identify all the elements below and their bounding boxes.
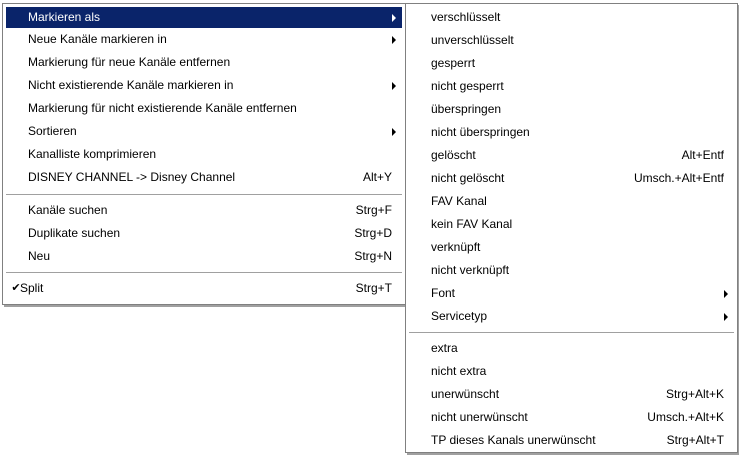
menu-item-label: verknüpft [431,240,481,254]
submenu-item-verknuepft[interactable]: verknüpft [409,237,734,258]
submenu-item-nicht-ueberspringen[interactable]: nicht überspringen [409,122,734,143]
submenu-item-ueberspringen[interactable]: überspringen [409,99,734,120]
menu-item-label: Markieren als [28,10,101,24]
submenu-item-unverschluesselt[interactable]: unverschlüsselt [409,30,734,51]
menu-item-label: überspringen [431,102,502,116]
menu-item-shortcut: Strg+Alt+K [665,387,724,401]
menu-item-label: Sortieren [28,124,77,138]
menu-item-label: DISNEY CHANNEL -> Disney Channel [28,170,236,184]
menu-item-label: nicht gesperrt [431,79,504,93]
menu-item-duplikate-suchen[interactable]: Duplikate suchen Strg+D [6,223,402,244]
menu-item-neu[interactable]: Neu Strg+N [6,246,402,267]
submenu-item-nicht-gesperrt[interactable]: nicht gesperrt [409,76,734,97]
menu-item-shortcut: Alt+Y [362,170,392,184]
submenu-item-nicht-verknuepft[interactable]: nicht verknüpft [409,260,734,281]
menu-item-label: nicht überspringen [431,125,530,139]
menu-item-label: unerwünscht [431,387,500,401]
submenu-arrow-icon [724,290,728,298]
menu-item-neue-kanaele-markieren-in[interactable]: Neue Kanäle markieren in [6,29,402,50]
menu-item-label: gelöscht [431,148,476,162]
submenu-item-nicht-geloescht[interactable]: nicht gelöscht Umsch.+Alt+Entf [409,168,734,189]
menu-item-shortcut: Strg+F [355,203,392,217]
submenu-item-tp-unerwuenscht[interactable]: TP dieses Kanals unerwünscht Strg+Alt+T [409,430,734,451]
submenu-item-kein-fav-kanal[interactable]: kein FAV Kanal [409,214,734,235]
menu-item-shortcut: Strg+T [355,281,392,295]
menu-item-nicht-existierende-markieren-in[interactable]: Nicht existierende Kanäle markieren in [6,75,402,96]
menu-item-shortcut: Alt+Entf [681,148,724,162]
menu-item-label: Markierung für nicht existierende Kanäle… [28,101,297,115]
submenu-item-font[interactable]: Font [409,283,734,304]
menu-item-label: nicht gelöscht [431,171,505,185]
menu-item-kanalliste-komprimieren[interactable]: Kanalliste komprimieren [6,144,402,165]
submenu-arrow-icon [392,82,396,90]
menu-item-kanaele-suchen[interactable]: Kanäle suchen Strg+F [6,200,402,221]
menu-separator [6,194,402,196]
submenu-arrow-icon [392,14,396,22]
context-menu: Markieren als Neue Kanäle markieren in M… [2,3,406,305]
menu-item-label: Neu [28,249,51,263]
menu-item-label: nicht verknüpft [431,263,510,277]
menu-item-label: nicht extra [431,364,487,378]
menu-item-shortcut: Umsch.+Alt+Entf [633,171,724,185]
menu-item-label: Markierung für neue Kanäle entfernen [28,55,231,69]
submenu-arrow-icon [392,36,396,44]
menu-item-label: verschlüsselt [431,10,501,24]
submenu-item-verschluesselt[interactable]: verschlüsselt [409,7,734,28]
menu-item-label: Neue Kanäle markieren in [28,32,167,46]
menu-item-label: Duplikate suchen [28,226,121,240]
menu-item-label: Servicetyp [431,309,488,323]
menu-item-split[interactable]: ✔ Split Strg+T [6,278,402,299]
submenu-item-servicetyp[interactable]: Servicetyp [409,306,734,327]
submenu-item-extra[interactable]: extra [409,338,734,359]
menu-item-markierung-neue-entfernen[interactable]: Markierung für neue Kanäle entfernen [6,52,402,73]
menu-item-label: kein FAV Kanal [431,217,513,231]
menu-item-label: Kanalliste komprimieren [28,147,157,161]
submenu-item-fav-kanal[interactable]: FAV Kanal [409,191,734,212]
menu-item-shortcut: Umsch.+Alt+K [647,410,724,424]
submenu-item-nicht-extra[interactable]: nicht extra [409,361,734,382]
menu-item-sortieren[interactable]: Sortieren [6,121,402,142]
submenu-item-gesperrt[interactable]: gesperrt [409,53,734,74]
menu-item-shortcut: Strg+Alt+T [666,433,724,447]
menu-item-disney-channel-rename[interactable]: DISNEY CHANNEL -> Disney Channel Alt+Y [6,167,402,188]
menu-item-label: FAV Kanal [431,194,487,208]
menu-item-label: Kanäle suchen [28,203,108,217]
menu-item-label: nicht unerwünscht [431,410,528,424]
submenu-item-unerwuenscht[interactable]: unerwünscht Strg+Alt+K [409,384,734,405]
menu-separator [6,272,402,274]
menu-item-markieren-als[interactable]: Markieren als [6,7,402,28]
menu-item-label: Nicht existierende Kanäle markieren in [28,78,234,92]
menu-item-label: gesperrt [431,56,476,70]
submenu-arrow-icon [392,128,396,136]
menu-item-label: extra [431,341,458,355]
submenu-item-geloescht[interactable]: gelöscht Alt+Entf [409,145,734,166]
menu-item-shortcut: Strg+D [354,226,392,240]
menu-separator [409,332,734,334]
menu-item-markierung-nicht-existierende-entfernen[interactable]: Markierung für nicht existierende Kanäle… [6,98,402,119]
menu-item-label: Font [431,286,456,300]
menu-item-label: unverschlüsselt [431,33,514,47]
submenu-item-nicht-unerwuenscht[interactable]: nicht unerwünscht Umsch.+Alt+K [409,407,734,428]
menu-item-shortcut: Strg+N [354,249,392,263]
menu-item-label: TP dieses Kanals unerwünscht [431,433,596,447]
menu-item-label: Split [20,281,44,295]
submenu-arrow-icon [724,313,728,321]
submenu-markieren-als: verschlüsselt unverschlüsselt gesperrt n… [405,3,738,453]
